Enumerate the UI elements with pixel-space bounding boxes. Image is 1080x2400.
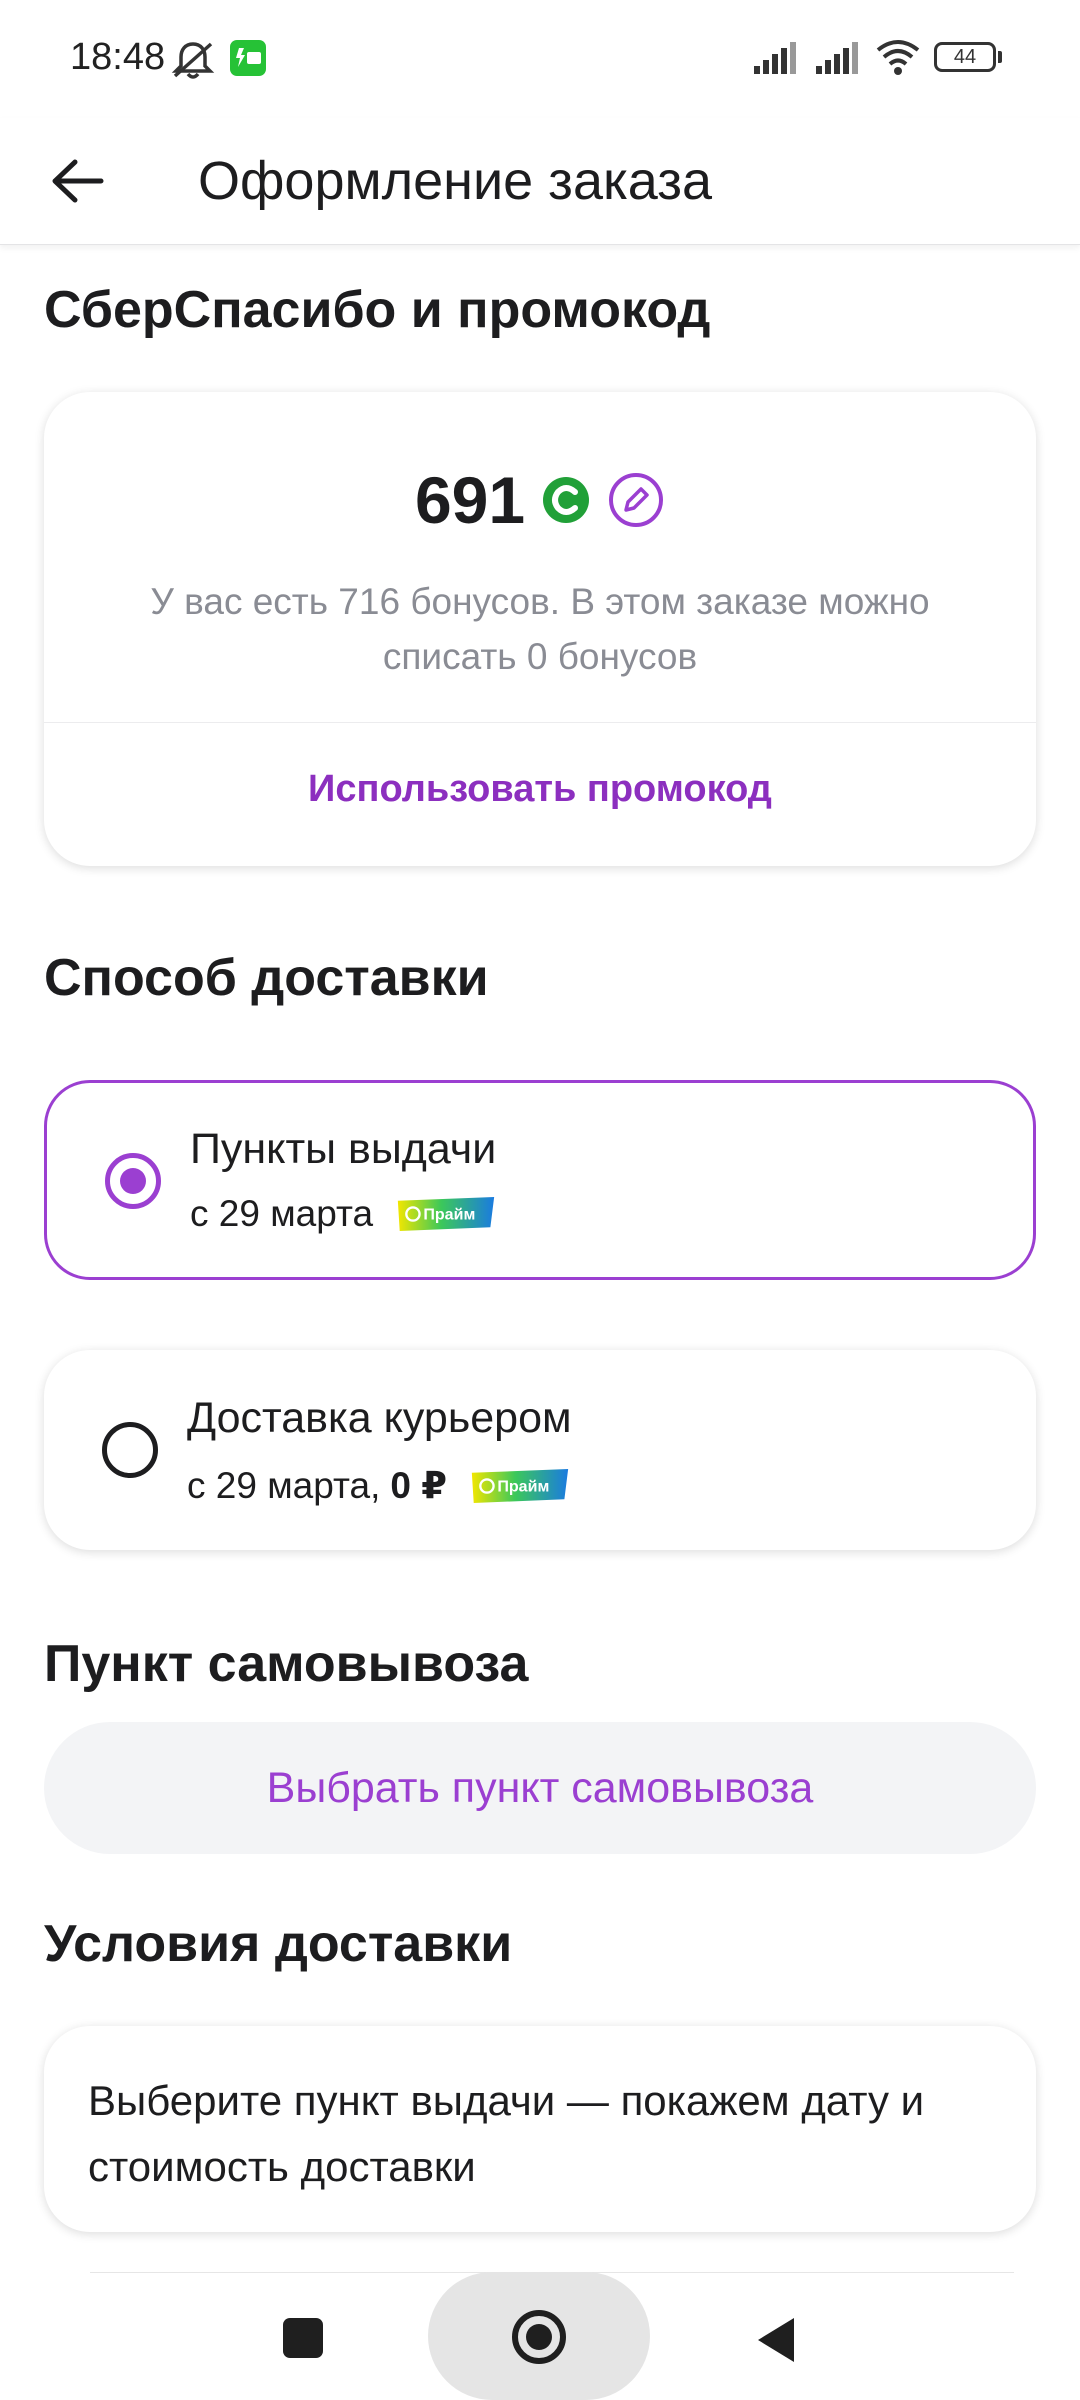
home-icon — [512, 2310, 566, 2364]
conditions-section-title: Условия доставки — [44, 1915, 513, 1973]
back-button[interactable] — [34, 138, 120, 224]
delivery-option-title: Доставка курьером — [187, 1394, 572, 1442]
prime-badge: Прайм — [397, 1197, 495, 1231]
edit-bonus-icon[interactable] — [607, 471, 665, 529]
prime-badge-label: Прайм — [423, 1206, 475, 1224]
bonus-info-text: У вас есть 716 бонусов. В этом заказе мо… — [150, 581, 930, 677]
status-bar: 18:48 44 — [0, 0, 1080, 118]
status-time: 18:48 — [70, 36, 166, 78]
prime-badge-label: Прайм — [497, 1477, 549, 1495]
battery-icon: 44 — [934, 42, 996, 72]
signal-icon-2 — [816, 42, 858, 74]
choose-pickup-point-button[interactable]: Выбрать пункт самовывоза — [44, 1722, 1036, 1854]
notifications-muted-icon — [171, 42, 215, 79]
delivery-option-subtitle: с 29 марта, 0 ₽ Прайм — [187, 1464, 571, 1507]
conditions-text: Выберите пункт выдачи — покажем дату и с… — [88, 2077, 925, 2190]
sberspasibo-icon — [543, 477, 590, 523]
bonus-balance: 691 — [44, 462, 1036, 538]
delivery-option-courier[interactable]: Доставка курьером с 29 марта, 0 ₽ Прайм — [44, 1350, 1036, 1550]
delivery-option-subtitle: с 29 марта Прайм — [190, 1193, 497, 1235]
divider — [44, 722, 1036, 723]
battery-tip — [998, 51, 1002, 63]
use-promo-code-link[interactable]: Использовать промокод — [44, 768, 1036, 811]
delivery-price: 0 ₽ — [390, 1465, 447, 1506]
delivery-option-title: Пункты выдачи — [190, 1125, 497, 1173]
pickup-section-title: Пункт самовывоза — [44, 1635, 529, 1693]
delivery-date: с 29 марта — [190, 1193, 374, 1234]
conditions-card: Выберите пункт выдачи — покажем дату и с… — [44, 2026, 1036, 2232]
home-button[interactable] — [428, 2272, 650, 2400]
radio-unselected[interactable] — [102, 1422, 158, 1478]
wifi-icon — [876, 40, 920, 75]
delivery-option-pickup[interactable]: Пункты выдачи с 29 марта Прайм — [44, 1080, 1036, 1280]
signal-icon-1 — [754, 42, 796, 74]
back-nav-icon[interactable] — [754, 2316, 798, 2364]
bonus-card: 691 У вас есть 716 бонусов. В этом заказ… — [44, 392, 1036, 866]
page-title: Оформление заказа — [198, 151, 713, 211]
app-notification-icon — [230, 40, 266, 76]
delivery-date: с 29 марта, — [187, 1464, 381, 1506]
app-bar: Оформление заказа — [0, 118, 1080, 245]
system-navigation-bar — [0, 2272, 1080, 2400]
radio-selected[interactable] — [105, 1153, 161, 1209]
prime-badge: Прайм — [471, 1468, 569, 1503]
bonus-value: 691 — [414, 463, 526, 537]
delivery-section-title: Способ доставки — [44, 949, 489, 1007]
bonus-section-title: СберСпасибо и промокод — [44, 281, 711, 339]
recent-apps-button[interactable] — [283, 2318, 323, 2358]
arrow-back-icon — [52, 159, 104, 203]
